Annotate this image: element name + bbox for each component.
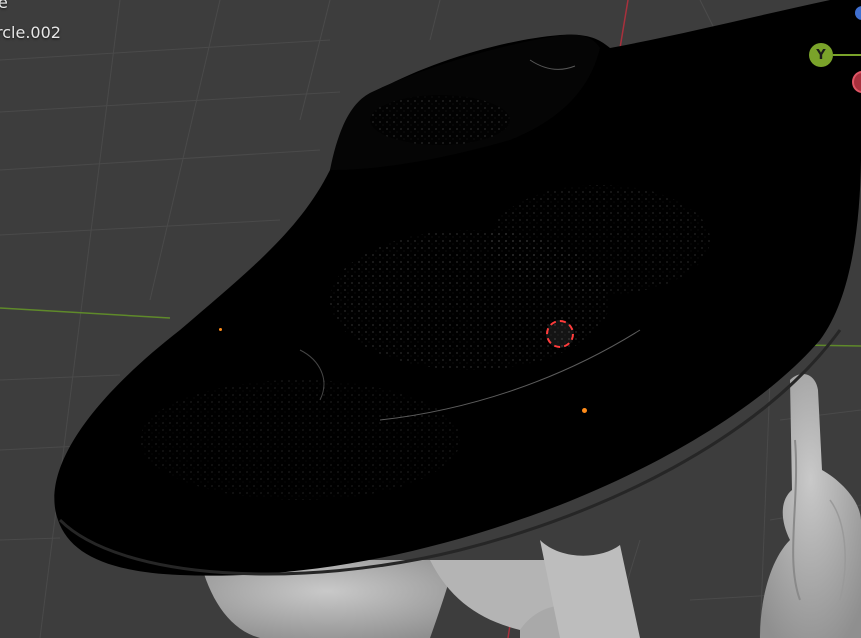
gizmo-y-axis-line xyxy=(833,54,861,56)
origin-point-icon[interactable] xyxy=(582,408,587,413)
active-object-label: rcle.002 xyxy=(0,23,61,42)
view-name-label: e xyxy=(0,0,8,12)
3d-viewport[interactable]: e rcle.002 Y xyxy=(0,0,861,638)
viewport-scene xyxy=(0,0,861,638)
3d-cursor-icon[interactable] xyxy=(546,320,574,348)
gizmo-y-axis-icon[interactable]: Y xyxy=(809,43,833,67)
gizmo-y-label: Y xyxy=(816,47,826,63)
hat-mesh xyxy=(54,0,861,576)
origin-point-icon[interactable] xyxy=(219,328,222,331)
x-axis-line xyxy=(0,307,171,319)
